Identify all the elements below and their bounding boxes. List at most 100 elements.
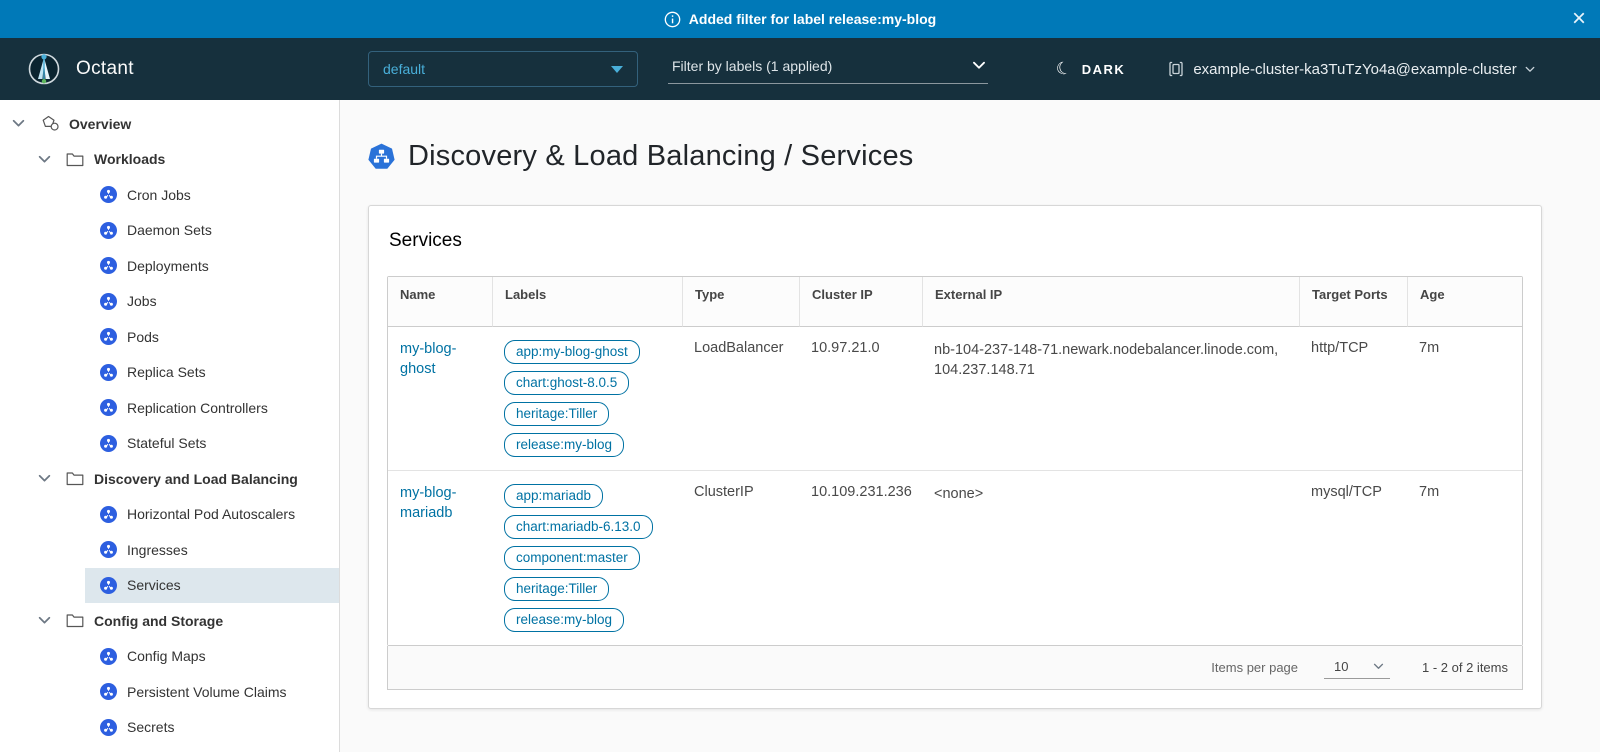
label-badge[interactable]: chart:ghost-8.0.5 bbox=[504, 371, 629, 395]
table-row: my-blog-mariadb app:mariadb chart:mariad… bbox=[388, 470, 1522, 645]
sidebar-item-label: Ingresses bbox=[127, 542, 188, 558]
sidebar-item-jobs[interactable]: Jobs bbox=[85, 284, 339, 320]
folder-icon bbox=[66, 152, 84, 167]
app-header: Octant default Filter by labels (1 appli… bbox=[0, 38, 1600, 100]
octant-logo-icon bbox=[26, 51, 62, 87]
page-title: Discovery & Load Balancing / Services bbox=[368, 140, 1572, 173]
label-badge[interactable]: release:my-blog bbox=[504, 608, 624, 632]
label-badge[interactable]: component:master bbox=[504, 546, 640, 570]
chevron-down-icon[interactable] bbox=[38, 616, 51, 625]
cluster-context-menu[interactable]: example-cluster-ka3TuTzYo4a@example-clus… bbox=[1167, 60, 1534, 78]
column-header-target-ports: Target Ports bbox=[1299, 277, 1407, 327]
service-type: ClusterIP bbox=[682, 470, 799, 645]
column-header-labels: Labels bbox=[492, 277, 682, 327]
namespace-select[interactable]: default bbox=[368, 51, 638, 87]
sidebar-group-config-and-storage[interactable]: Config and Storage bbox=[0, 603, 339, 639]
sidebar-item-label: Replication Controllers bbox=[127, 400, 268, 416]
chevron-down-icon bbox=[972, 61, 986, 70]
column-header-age: Age bbox=[1407, 277, 1522, 327]
sidebar-item-daemon-sets[interactable]: Daemon Sets bbox=[85, 213, 339, 249]
chevron-down-icon[interactable] bbox=[12, 119, 25, 128]
label-badge[interactable]: heritage:Tiller bbox=[504, 577, 609, 601]
sidebar-group-discovery-and-load-balancing[interactable]: Discovery and Load Balancing bbox=[0, 461, 339, 497]
page-size-select[interactable]: 10 bbox=[1324, 657, 1390, 679]
pagination-range-label: 1 - 2 of 2 items bbox=[1422, 660, 1508, 675]
sidebar-item-deployments[interactable]: Deployments bbox=[85, 248, 339, 284]
config-maps-icon bbox=[100, 648, 117, 665]
service-name-link[interactable]: my-blog-mariadb bbox=[400, 484, 480, 523]
page-title-text: Discovery & Load Balancing / Services bbox=[408, 140, 913, 173]
sidebar-group-label: Discovery and Load Balancing bbox=[94, 471, 298, 487]
chevron-down-icon bbox=[1373, 663, 1384, 670]
column-header-cluster-ip: Cluster IP bbox=[799, 277, 922, 327]
services-icon bbox=[100, 577, 117, 594]
sidebar-item-ingresses[interactable]: Ingresses bbox=[85, 532, 339, 568]
label-badge[interactable]: app:mariadb bbox=[504, 484, 603, 508]
chevron-down-icon[interactable] bbox=[38, 474, 51, 483]
pods-icon bbox=[100, 328, 117, 345]
replication-controllers-icon bbox=[100, 399, 117, 416]
label-badge[interactable]: release:my-blog bbox=[504, 433, 624, 457]
sidebar-item-persistent-volume-claims[interactable]: Persistent Volume Claims bbox=[85, 674, 339, 710]
sidebar-item-label: Replica Sets bbox=[127, 364, 206, 380]
cluster-context-label: example-cluster-ka3TuTzYo4a@example-clus… bbox=[1193, 61, 1516, 78]
service-heptagon-icon bbox=[368, 143, 395, 170]
table-header-row: Name Labels Type Cluster IP External IP … bbox=[388, 277, 1522, 327]
sidebar-item-stateful-sets[interactable]: Stateful Sets bbox=[85, 426, 339, 462]
jobs-icon bbox=[100, 293, 117, 310]
card-title: Services bbox=[389, 230, 1523, 252]
sidebar-item-label: Horizontal Pod Autoscalers bbox=[127, 506, 295, 522]
applications-icon bbox=[41, 115, 60, 132]
services-table: Name Labels Type Cluster IP External IP … bbox=[387, 276, 1523, 646]
banner-message: Added filter for label release:my-blog bbox=[689, 11, 936, 27]
label-filter-select[interactable]: Filter by labels (1 applied) bbox=[668, 54, 988, 84]
items-per-page-label: Items per page bbox=[1211, 660, 1298, 675]
service-type: LoadBalancer bbox=[682, 327, 799, 470]
sidebar-nav: Overview Workloads Cron Jobs Daemon Sets… bbox=[0, 100, 340, 752]
moon-icon: ☾ bbox=[1054, 57, 1075, 81]
external-ip: <none> bbox=[922, 470, 1299, 645]
column-header-name: Name bbox=[388, 277, 492, 327]
sidebar-item-config-maps[interactable]: Config Maps bbox=[85, 639, 339, 675]
folder-icon bbox=[66, 613, 84, 628]
label-badge[interactable]: heritage:Tiller bbox=[504, 402, 609, 426]
sidebar-item-label: Deployments bbox=[127, 258, 209, 274]
sidebar-item-replication-controllers[interactable]: Replication Controllers bbox=[85, 390, 339, 426]
sidebar-item-label: Pods bbox=[127, 329, 159, 345]
sidebar-item-label: Cron Jobs bbox=[127, 187, 191, 203]
column-header-external-ip: External IP bbox=[922, 277, 1299, 327]
info-icon bbox=[664, 11, 681, 28]
external-ip: nb-104-237-148-71.newark.nodebalancer.li… bbox=[922, 327, 1299, 470]
column-header-type: Type bbox=[682, 277, 799, 327]
label-filter-text: Filter by labels (1 applied) bbox=[672, 58, 832, 74]
sidebar-item-replica-sets[interactable]: Replica Sets bbox=[85, 355, 339, 391]
sidebar-item-cron-jobs[interactable]: Cron Jobs bbox=[85, 177, 339, 213]
horizontal-pod-autoscalers-icon bbox=[100, 506, 117, 523]
sidebar-item-secrets[interactable]: Secrets bbox=[85, 710, 339, 746]
sidebar-item-horizontal-pod-autoscalers[interactable]: Horizontal Pod Autoscalers bbox=[85, 497, 339, 533]
sidebar-group-label: Config and Storage bbox=[94, 613, 223, 629]
sidebar-item-label: Config Maps bbox=[127, 648, 206, 664]
sidebar-item-label: Daemon Sets bbox=[127, 222, 212, 238]
sidebar-item-label: Stateful Sets bbox=[127, 435, 206, 451]
caret-down-icon bbox=[611, 66, 623, 73]
service-name-link[interactable]: my-blog-ghost bbox=[400, 340, 480, 379]
namespace-value: default bbox=[383, 61, 425, 77]
sidebar-item-overview[interactable]: Overview bbox=[0, 106, 339, 142]
age: 7m bbox=[1407, 327, 1522, 470]
sidebar-item-label: Jobs bbox=[127, 293, 157, 309]
target-ports: mysql/TCP bbox=[1299, 470, 1407, 645]
chevron-down-icon[interactable] bbox=[38, 155, 51, 164]
label-badge[interactable]: chart:mariadb-6.13.0 bbox=[504, 515, 653, 539]
sidebar-item-services[interactable]: Services bbox=[85, 568, 339, 604]
sidebar-item-label: Secrets bbox=[127, 719, 174, 735]
sidebar-item-pods[interactable]: Pods bbox=[85, 319, 339, 355]
sidebar-item-label: Persistent Volume Claims bbox=[127, 684, 287, 700]
sidebar-group-workloads[interactable]: Workloads bbox=[0, 142, 339, 178]
sidebar-group-label: Workloads bbox=[94, 151, 165, 167]
secrets-icon bbox=[100, 719, 117, 736]
theme-toggle-label: DARK bbox=[1082, 62, 1126, 77]
theme-toggle[interactable]: ☾ DARK bbox=[1056, 59, 1125, 79]
label-badge[interactable]: app:my-blog-ghost bbox=[504, 340, 640, 364]
close-icon[interactable]: × bbox=[1572, 7, 1586, 31]
